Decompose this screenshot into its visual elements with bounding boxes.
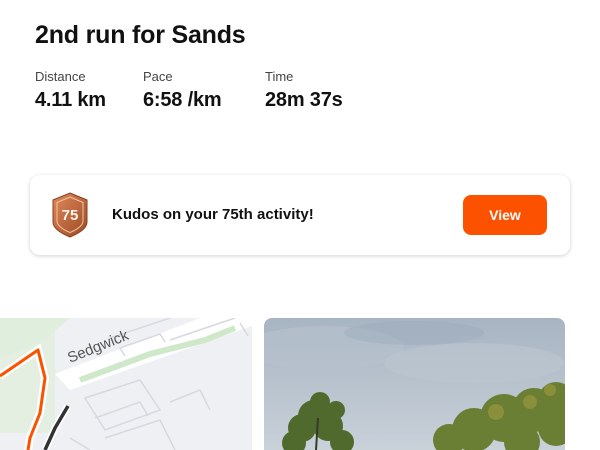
stat-pace: Pace 6:58 /km [143,69,222,112]
route-map[interactable]: Sedgwick [0,318,252,450]
stat-time-label: Time [265,69,294,84]
stat-pace-label: Pace [143,69,173,84]
stat-time-value: 28m 37s [265,89,343,111]
achievement-text: Kudos on your 75th activity! [112,206,314,223]
stat-distance: Distance 4.11 km [35,69,106,112]
stat-pace-value: 6:58 /km [143,89,222,111]
stat-distance-label: Distance [35,69,86,84]
activity-title: 2nd run for Sands [35,21,246,49]
photo-trees-image [264,318,565,450]
achievement-card: 75 Kudos on your 75th activity! View [30,175,570,255]
stat-time: Time 28m 37s [265,69,343,112]
badge-number: 75 [62,207,79,224]
achievement-badge-icon: 75 [52,192,88,238]
view-achievement-button[interactable]: View [463,195,547,235]
map-graphic: Sedgwick [0,318,252,450]
stat-distance-value: 4.11 km [35,89,106,111]
activity-photo[interactable] [264,318,565,450]
